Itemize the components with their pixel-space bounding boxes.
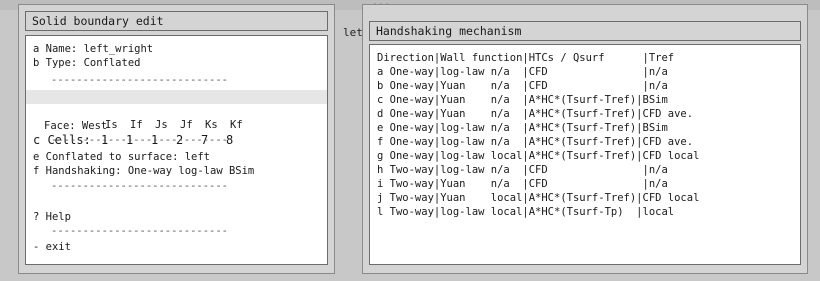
option-row-d[interactable]: d One-way|Yuan n/a |A*HC*(Tsurf-Tref)|CF… <box>370 107 800 121</box>
separator: ---------------------------- <box>51 134 229 146</box>
menu-item-handshaking[interactable]: f Handshaking: One-way log-law BSim <box>26 164 327 178</box>
menu-body: a Name: left_wright b Type: Conflated --… <box>25 35 328 265</box>
option-row-i[interactable]: i Two-way|Yuan n/a |CFD |n/a <box>370 177 800 191</box>
table-header: Direction|Wall function|HTCs / Qsurf |Tr… <box>377 52 675 64</box>
separator: ---------------------------- <box>51 180 229 192</box>
option-row-b[interactable]: b One-way|Yuan n/a |CFD |n/a <box>370 79 800 93</box>
window-title: Handshaking mechanism <box>369 21 801 41</box>
menu-item-cells[interactable]: c Cells: 1 1 1 2 7 8 <box>26 105 327 147</box>
cells-header-row: Is If Js Jf Ks Kf <box>26 90 327 131</box>
option-row-a[interactable]: a One-way|log-law n/a |CFD |n/a <box>370 65 800 79</box>
background-text-fragment: let <box>343 26 363 39</box>
handshaking-mechanism-window: Handshaking mechanism Direction|Wall fun… <box>362 4 808 274</box>
separator: ---------------------------- <box>51 225 229 237</box>
option-row-f[interactable]: f One-way|log-law n/a |A*HC*(Tsurf-Tref)… <box>370 135 800 149</box>
window-title: Solid boundary edit <box>25 11 328 31</box>
separator: ---------------------------- <box>51 74 229 86</box>
option-row-c[interactable]: c One-way|Yuan n/a |A*HC*(Tsurf-Tref)|BS… <box>370 93 800 107</box>
menu-item-name[interactable]: a Name: left_wright <box>26 42 327 56</box>
menu-item-conflated[interactable]: e Conflated to surface: left <box>26 150 327 164</box>
help-item[interactable]: ? Help <box>26 210 327 224</box>
solid-boundary-edit-window: Solid boundary edit a Name: left_wright … <box>18 4 335 274</box>
exit-item[interactable]: - exit <box>26 240 327 254</box>
option-row-h[interactable]: h Two-way|log-law n/a |CFD |n/a <box>370 163 800 177</box>
option-row-e[interactable]: e One-way|log-law n/a |A*HC*(Tsurf-Tref)… <box>370 121 800 135</box>
option-row-g[interactable]: g One-way|log-law local|A*HC*(Tsurf-Tref… <box>370 149 800 163</box>
menu-item-type[interactable]: b Type: Conflated <box>26 56 327 70</box>
face-label: Face: West <box>44 120 108 132</box>
option-row-l[interactable]: l Two-way|log-law local|A*HC*(Tsurf-Tp) … <box>370 205 800 219</box>
handshaking-table: Direction|Wall function|HTCs / Qsurf |Tr… <box>369 44 801 265</box>
option-row-j[interactable]: j Two-way|Yuan local|A*HC*(Tsurf-Tref)|C… <box>370 191 800 205</box>
